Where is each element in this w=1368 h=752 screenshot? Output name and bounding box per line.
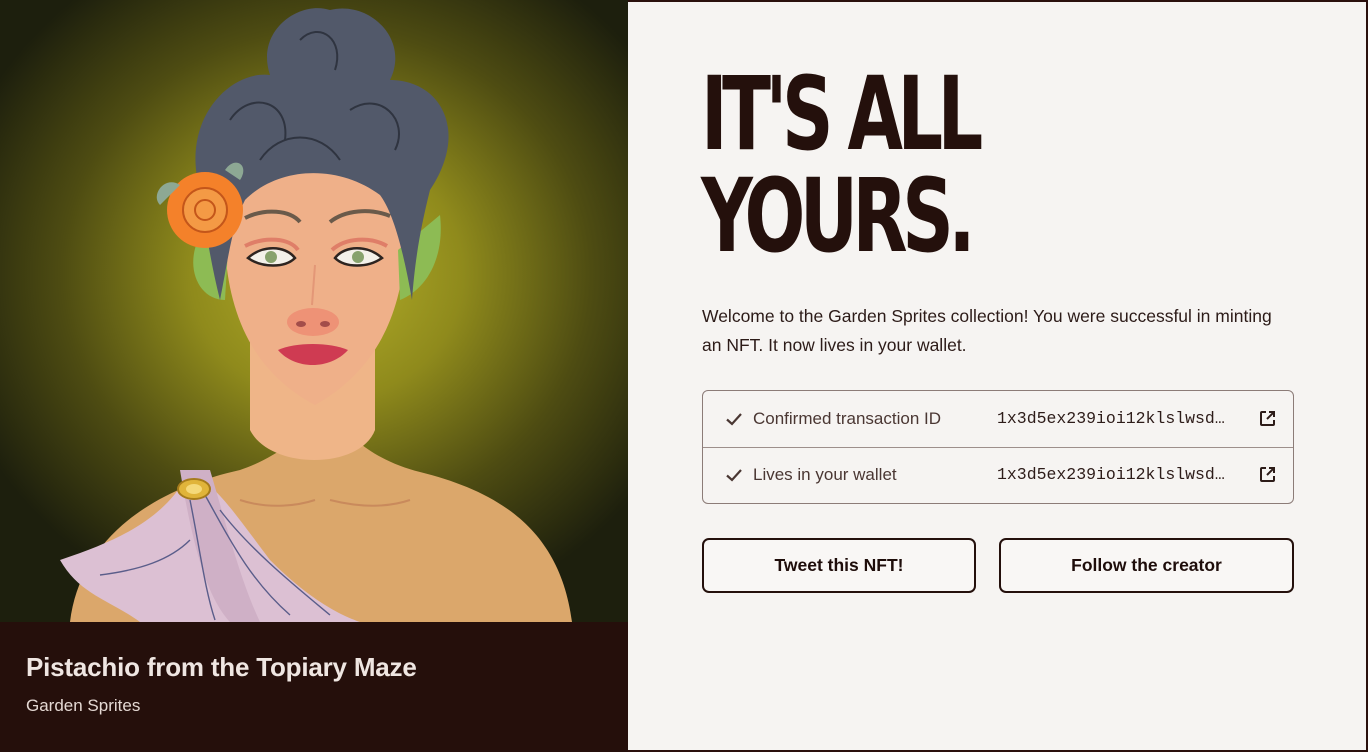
transaction-id-label: Confirmed transaction ID [753, 409, 942, 428]
transaction-row: Lives in your wallet 1x3d5ex239ioi12klsl… [703, 447, 1293, 503]
wallet-address-value: 1x3d5ex239ioi12klslwsd… [997, 465, 1225, 484]
headline-line-1: IT'S ALL [701, 55, 983, 174]
nft-panel: Pistachio from the Topiary Maze Garden S… [0, 0, 628, 752]
nft-artwork [0, 0, 628, 622]
follow-creator-button[interactable]: Follow the creator [999, 538, 1294, 593]
transaction-details: Confirmed transaction ID 1x3d5ex239ioi12… [702, 390, 1294, 504]
nft-collection-name: Garden Sprites [26, 696, 141, 715]
sprite-illustration [60, 8, 572, 622]
external-link-icon[interactable] [1259, 410, 1276, 427]
external-link-icon[interactable] [1259, 466, 1276, 483]
transaction-id-value: 1x3d5ex239ioi12klslwsd… [997, 409, 1225, 428]
nft-caption [0, 622, 628, 752]
welcome-message: Welcome to the Garden Sprites collection… [702, 306, 1272, 355]
nft-title: Pistachio from the Topiary Maze [26, 652, 417, 682]
app-frame: Pistachio from the Topiary Maze Garden S… [0, 0, 1368, 752]
check-icon [726, 413, 742, 426]
tweet-nft-button[interactable]: Tweet this NFT! [702, 538, 976, 593]
wallet-label: Lives in your wallet [753, 465, 897, 484]
check-icon [726, 469, 742, 482]
transaction-row: Confirmed transaction ID 1x3d5ex239ioi12… [703, 391, 1293, 448]
headline-line-2: YOURS. [701, 157, 976, 276]
page-headline: IT'S ALL YOURS. [701, 64, 1029, 268]
